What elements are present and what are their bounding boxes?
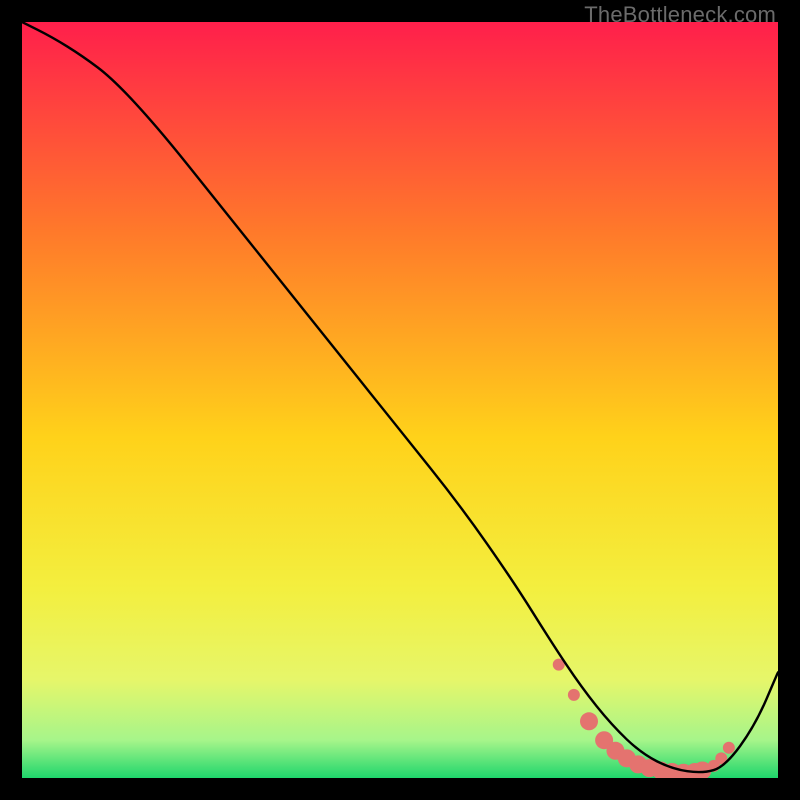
highlight-dot	[568, 689, 580, 701]
highlight-dot	[580, 712, 598, 730]
bottleneck-chart	[22, 22, 778, 778]
chart-stage: TheBottleneck.com	[0, 0, 800, 800]
gradient-background	[22, 22, 778, 778]
plot-area	[22, 22, 778, 778]
highlight-dot	[723, 742, 735, 754]
